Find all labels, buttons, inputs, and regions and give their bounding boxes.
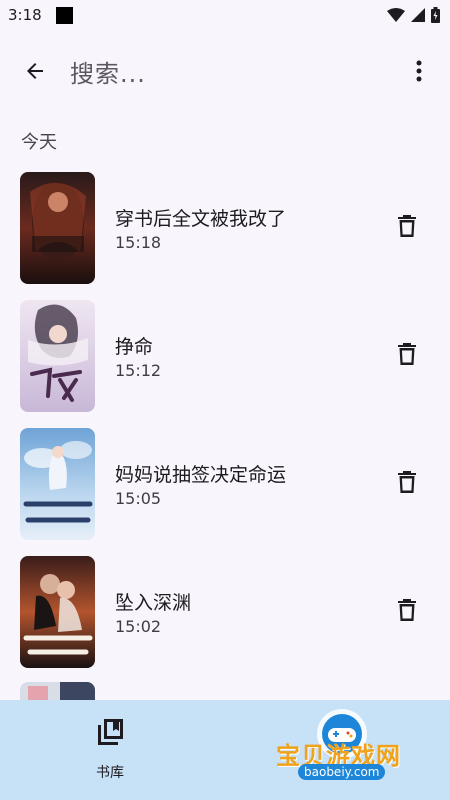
search-time: 15:12 bbox=[115, 361, 162, 380]
book-cover bbox=[20, 300, 95, 412]
book-cover bbox=[20, 172, 95, 284]
book-title: 妈妈说抽签决定命运 bbox=[115, 464, 287, 486]
delete-icon bbox=[398, 471, 416, 493]
status-bar: 3:18 bbox=[0, 0, 450, 32]
section-header-today: 今天 bbox=[21, 132, 57, 153]
book-cover bbox=[20, 428, 95, 540]
back-arrow-icon bbox=[27, 63, 43, 79]
delete-icon bbox=[398, 599, 416, 621]
delete-button[interactable] bbox=[395, 597, 419, 623]
signal-icon bbox=[411, 8, 425, 22]
delete-button[interactable] bbox=[395, 213, 419, 239]
book-title: 挣命 bbox=[115, 336, 154, 358]
watermark-logo: 宝贝游戏网 baobeiy.com bbox=[276, 708, 426, 796]
search-history-list: 穿书后全文被我改了 15:18 挣命 15:12 妈妈说抽签决定命运 15:05… bbox=[0, 170, 450, 682]
book-cover bbox=[20, 556, 95, 668]
more-vert-icon bbox=[416, 60, 422, 82]
book-title: 坠入深渊 bbox=[115, 592, 192, 614]
search-time: 15:05 bbox=[115, 489, 162, 508]
delete-icon bbox=[398, 343, 416, 365]
library-icon bbox=[98, 719, 123, 745]
history-item[interactable]: 穿书后全文被我改了 15:18 bbox=[0, 170, 450, 298]
delete-icon bbox=[398, 215, 416, 237]
status-icons bbox=[387, 6, 440, 24]
watermark-domain: baobeiy.com bbox=[298, 764, 386, 780]
nav-item-library[interactable]: 书库 bbox=[70, 718, 150, 788]
history-item[interactable]: 坠入深渊 15:02 bbox=[0, 554, 450, 682]
history-item[interactable]: 挣命 15:12 bbox=[0, 298, 450, 426]
status-time: 3:18 bbox=[8, 6, 42, 24]
book-title: 穿书后全文被我改了 bbox=[115, 208, 287, 230]
nav-label-library: 书库 bbox=[96, 765, 124, 781]
delete-button[interactable] bbox=[395, 469, 419, 495]
more-options-button[interactable] bbox=[412, 58, 426, 84]
search-input[interactable]: 搜索... bbox=[70, 54, 146, 89]
delete-button[interactable] bbox=[395, 341, 419, 367]
battery-icon bbox=[431, 7, 440, 23]
history-item[interactable]: 妈妈说抽签决定命运 15:05 bbox=[0, 426, 450, 554]
notification-icon bbox=[56, 7, 73, 24]
search-time: 15:02 bbox=[115, 617, 162, 636]
back-button[interactable] bbox=[20, 56, 50, 86]
wifi-icon bbox=[387, 8, 405, 22]
search-time: 15:18 bbox=[115, 233, 162, 252]
search-app-bar: 搜索... bbox=[0, 40, 450, 100]
